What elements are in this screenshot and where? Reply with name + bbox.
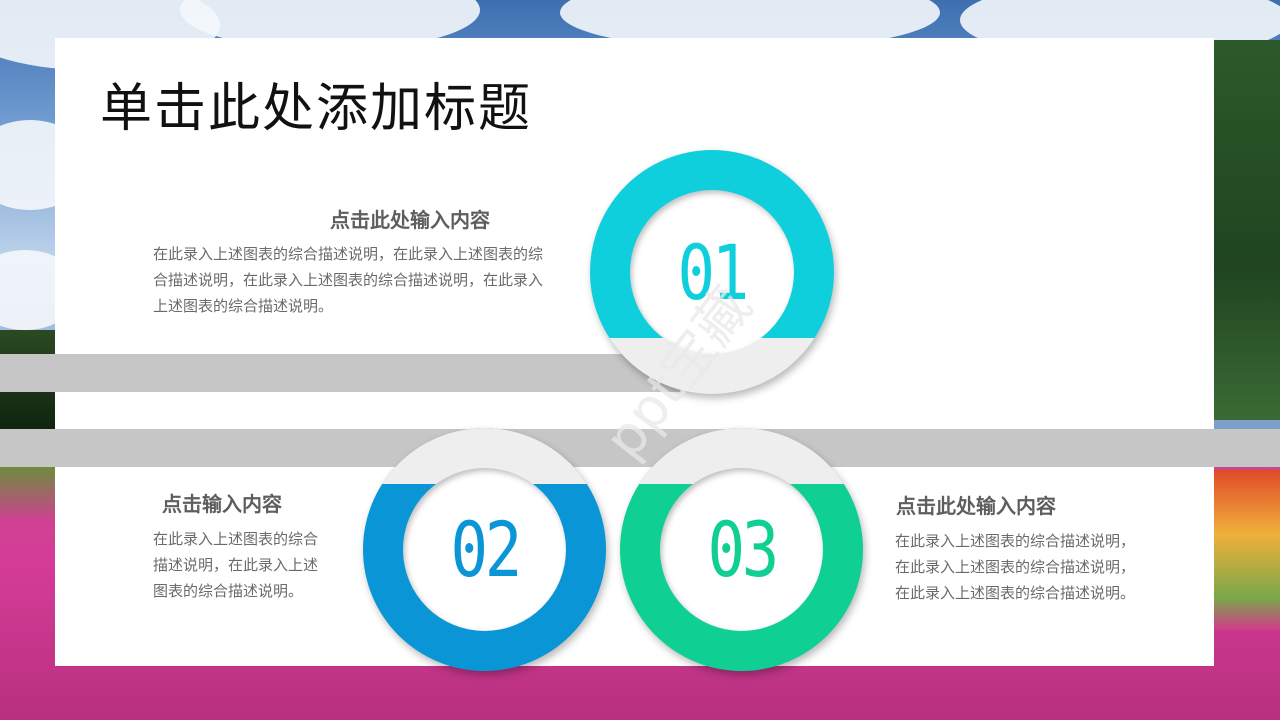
gray-band-upper — [0, 354, 680, 392]
item-3-heading[interactable]: 点击此处输入内容 — [896, 490, 1056, 519]
item-2-heading[interactable]: 点击输入内容 — [162, 488, 282, 517]
item-1-heading[interactable]: 点击此处输入内容 — [330, 204, 490, 233]
flower-field-left — [0, 465, 60, 525]
item-2-number: 02 — [450, 505, 522, 594]
item-3-ring: 03 — [620, 428, 863, 671]
slide-title[interactable]: 单击此处添加标题 — [100, 66, 532, 141]
item-2-ring: 02 — [363, 428, 606, 671]
item-3-ring-center: 03 — [660, 468, 823, 631]
item-2-ring-center: 02 — [403, 468, 566, 631]
item-1-description[interactable]: 在此录入上述图表的综合描述说明，在此录入上述图表的综合描述说明，在此录入上述图表… — [153, 241, 551, 319]
item-3-description[interactable]: 在此录入上述图表的综合描述说明，在此录入上述图表的综合描述说明，在此录入上述图表… — [895, 528, 1143, 606]
item-2-description[interactable]: 在此录入上述图表的综合描述说明，在此录入上述图表的综合描述说明。 — [153, 526, 325, 604]
item-3-number: 03 — [707, 505, 779, 594]
